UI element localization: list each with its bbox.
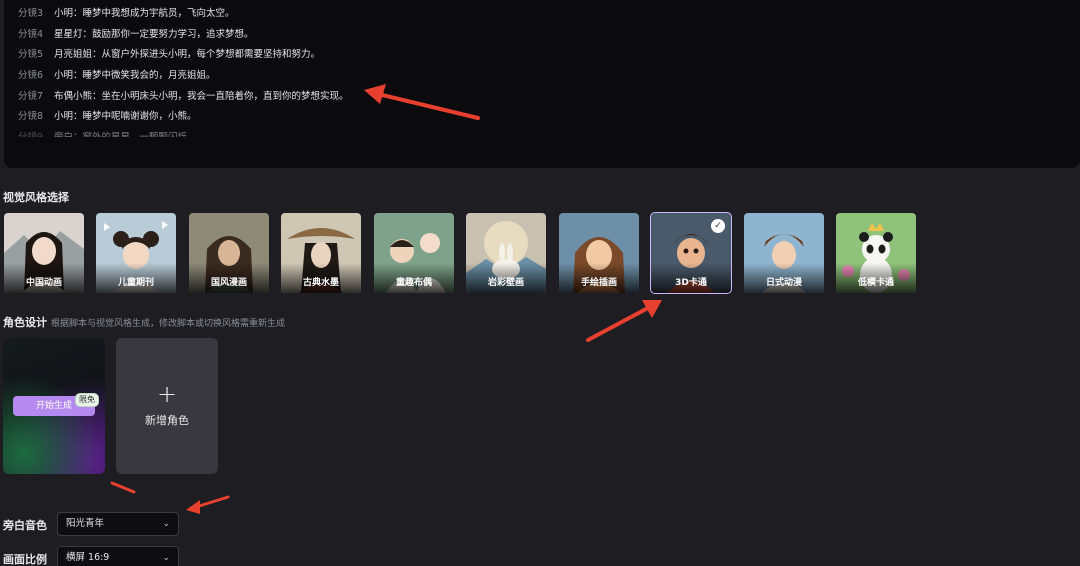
annotation-arrow xyxy=(110,481,136,494)
annotation-arrow xyxy=(194,495,230,509)
script-row: 分镜6 小明：睡梦中微笑我会的，月亮姐姐。 xyxy=(18,64,216,84)
style-card-guofeng-comic[interactable]: 国风漫画 xyxy=(189,213,269,293)
style-card-label: 3D卡通 xyxy=(675,278,707,288)
style-card-label: 中国动画 xyxy=(25,278,62,288)
style-card-label: 童趣布偶 xyxy=(395,278,432,288)
plus-icon: + xyxy=(156,380,178,408)
shot-id: 分镜7 xyxy=(18,91,44,102)
free-badge: 限免 xyxy=(75,393,99,407)
aspect-ratio-select[interactable]: 横屏 16:9 ⌄ xyxy=(57,546,179,566)
style-card-label: 低模卡通 xyxy=(857,278,894,288)
style-card-3d-cartoon[interactable]: ✓ 3D卡通 xyxy=(650,212,732,294)
role-design-hint: 根据脚本与视觉风格生成，修改脚本或切换风格需重新生成 xyxy=(51,319,286,329)
annotation-arrowhead xyxy=(186,500,200,514)
style-card-label: 儿童期刊 xyxy=(117,278,154,288)
style-card-children-journal[interactable]: 儿童期刊 xyxy=(96,213,176,293)
style-card-label: 岩彩壁画 xyxy=(487,278,524,288)
visual-style-title: 视觉风格选择 xyxy=(3,191,69,204)
script-row: 分镜8 小明：睡梦中呢喃谢谢你，小熊。 xyxy=(18,105,197,125)
shot-text: 布偶小熊：坐在小明床头小明，我会一直陪着你，直到你的梦想实现。 xyxy=(54,91,349,102)
style-card-label: 古典水墨 xyxy=(302,278,339,288)
style-card-label: 国风漫画 xyxy=(210,278,247,288)
add-role-button[interactable]: + 新增角色 xyxy=(116,338,218,474)
style-card-label: 日式动漫 xyxy=(765,278,802,288)
style-card-hand-drawn[interactable]: 手绘插画 xyxy=(559,213,639,293)
script-panel: 分镜3 小明：睡梦中我想成为宇航员，飞向太空。 分镜4 星星灯：鼓励那你一定要努… xyxy=(4,0,1080,168)
add-role-label: 新增角色 xyxy=(145,414,189,427)
role-generate-card: 开始生成 限免 xyxy=(3,338,105,474)
script-row: 分镜7 布偶小熊：坐在小明床头小明，我会一直陪着你，直到你的梦想实现。 xyxy=(18,85,349,105)
shot-id: 分镜9 xyxy=(18,132,44,143)
narration-voice-select[interactable]: 阳光青年 ⌄ xyxy=(57,512,179,536)
shot-text: 小明：睡梦中呢喃谢谢你，小熊。 xyxy=(54,111,197,122)
aspect-ratio-label: 画面比例 xyxy=(3,553,47,566)
style-card-rock-mural[interactable]: 岩彩壁画 xyxy=(466,213,546,293)
chevron-down-icon: ⌄ xyxy=(162,519,170,529)
style-card-chinese-animation[interactable]: 中国动画 xyxy=(4,213,84,293)
annotation-arrow xyxy=(586,306,650,342)
shot-text: 月亮姐姐：从窗户外探进头小明，每个梦想都需要坚持和努力。 xyxy=(54,49,321,60)
script-row: 分镜9 旁白：窗外的星星，一颗颗闪烁 xyxy=(18,126,188,143)
shot-text: 旁白：窗外的星星，一颗颗闪烁 xyxy=(54,132,188,143)
shot-text: 小明：睡梦中微笑我会的，月亮姐姐。 xyxy=(54,70,216,81)
chevron-down-icon: ⌄ xyxy=(162,553,170,563)
role-design-title: 角色设计 xyxy=(3,316,47,329)
style-card-classic-ink[interactable]: 古典水墨 xyxy=(281,213,361,293)
style-card-whimsical-puppet[interactable]: 童趣布偶 xyxy=(374,213,454,293)
script-row: 分镜5 月亮姐姐：从窗户外探进头小明，每个梦想都需要坚持和努力。 xyxy=(18,43,320,63)
shot-id: 分镜8 xyxy=(18,111,44,122)
script-row: 分镜4 星星灯：鼓励那你一定要努力学习，追求梦想。 xyxy=(18,23,254,43)
shot-id: 分镜3 xyxy=(18,8,44,19)
check-icon: ✓ xyxy=(711,219,725,233)
style-card-label: 手绘插画 xyxy=(580,278,617,288)
aspect-ratio-value: 横屏 16:9 xyxy=(66,552,110,563)
style-card-japanese-anime[interactable]: 日式动漫 xyxy=(744,213,824,293)
narration-voice-value: 阳光青年 xyxy=(66,518,105,529)
narration-voice-label: 旁白音色 xyxy=(3,519,47,532)
script-row: 分镜3 小明：睡梦中我想成为宇航员，飞向太空。 xyxy=(18,2,235,22)
style-card-low-poly-cartoon[interactable]: 低模卡通 xyxy=(836,213,916,293)
shot-id: 分镜6 xyxy=(18,70,44,81)
shot-text: 小明：睡梦中我想成为宇航员，飞向太空。 xyxy=(54,8,235,19)
annotation-arrowhead xyxy=(642,300,662,318)
shot-id: 分镜4 xyxy=(18,29,44,40)
shot-text: 星星灯：鼓励那你一定要努力学习，追求梦想。 xyxy=(54,29,254,40)
shot-id: 分镜5 xyxy=(18,49,44,60)
